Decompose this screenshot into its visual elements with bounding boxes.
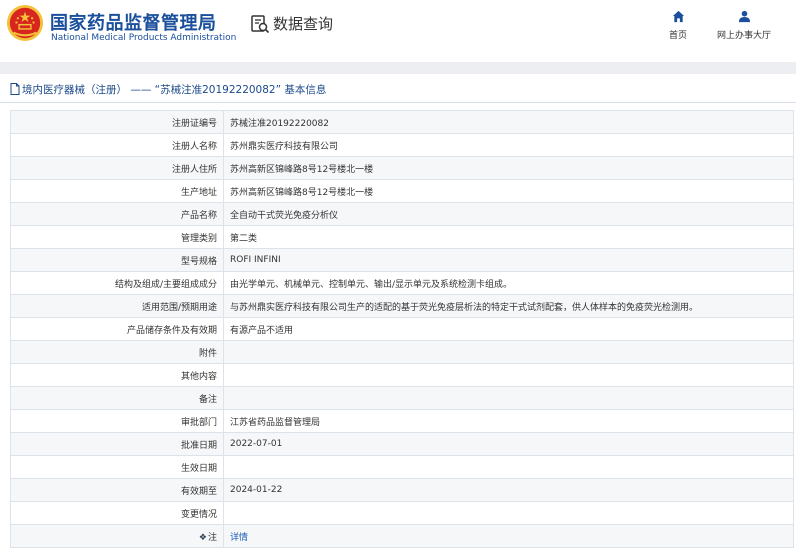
note-icon: ❖: [198, 532, 207, 543]
row-label: 结构及组成/主要组成成分: [10, 271, 224, 295]
detail-table: 注册证编号 苏械注准20192220082 注册人名称 苏州鼎实医疗科技有限公司 注…: [10, 110, 794, 548]
home-icon: [672, 10, 684, 23]
row-value: 苏州高新区锦峰路8号12号楼北一楼: [223, 179, 794, 203]
row-value: [223, 455, 794, 479]
user-icon: [738, 10, 750, 23]
table-row: 结构及组成/主要组成成分 由光学单元、机械单元、控制单元、输出/显示单元及系统检测…: [10, 271, 794, 295]
row-value: [223, 340, 794, 364]
row-label: 生产地址: [10, 179, 224, 203]
row-value: ROFI INFINI: [223, 248, 794, 272]
row-value: 有源产品不适用: [223, 317, 794, 341]
nav-home-label: 首页: [668, 31, 687, 41]
table-row: 管理类别 第二类: [10, 225, 794, 249]
search-document-icon: [251, 14, 270, 33]
row-label-note: ❖注: [10, 524, 224, 548]
row-value: 2022-07-01: [223, 432, 794, 456]
row-value: 详情: [223, 524, 794, 548]
breadcrumb-divider: [0, 102, 796, 103]
table-row: 型号规格 ROFI INFINI: [10, 248, 794, 272]
row-label: 审批部门: [10, 409, 224, 433]
document-icon: [10, 83, 20, 95]
data-query-title: 数据查询: [250, 13, 333, 34]
national-emblem-icon: [6, 4, 44, 42]
table-row: 备注: [10, 386, 794, 410]
row-value: 苏械注准20192220082: [223, 110, 794, 134]
table-row: 批准日期 2022-07-01: [10, 432, 794, 456]
row-label: 产品名称: [10, 202, 224, 226]
row-label: 产品储存条件及有效期: [10, 317, 224, 341]
row-value: 与苏州鼎实医疗科技有限公司生产的适配的基于荧光免疫层析法的特定干式试剂配套，供人…: [223, 294, 794, 318]
row-label: 附件: [10, 340, 224, 364]
row-value: [223, 386, 794, 410]
table-row: 产品储存条件及有效期 有源产品不适用: [10, 317, 794, 341]
brand-title: 国家药品监督管理局: [50, 13, 217, 34]
row-label: 注册人名称: [10, 133, 224, 157]
nav-online-hall[interactable]: 网上办事大厅: [712, 10, 776, 41]
row-label: 备注: [10, 386, 224, 410]
row-value: 全自动干式荧光免疫分析仪: [223, 202, 794, 226]
row-label: 其他内容: [10, 363, 224, 387]
row-label: 有效期至: [10, 478, 224, 502]
table-row: 注册人名称 苏州鼎实医疗科技有限公司: [10, 133, 794, 157]
row-value: 江苏省药品监督管理局: [223, 409, 794, 433]
details-link[interactable]: 详情: [230, 533, 248, 543]
header-band: [0, 62, 796, 74]
nav-online-hall-label: 网上办事大厅: [716, 31, 771, 41]
table-row: 注册证编号 苏械注准20192220082: [10, 110, 794, 134]
data-query-label: 数据查询: [273, 15, 334, 33]
row-value: 由光学单元、机械单元、控制单元、输出/显示单元及系统检测卡组成。: [223, 271, 794, 295]
row-label: 注册人住所: [10, 156, 224, 180]
table-row: 生效日期: [10, 455, 794, 479]
row-label: 变更情况: [10, 501, 224, 525]
row-label: 管理类别: [10, 225, 224, 249]
row-label: 注册证编号: [10, 110, 224, 134]
table-row: 注册人住所 苏州高新区锦峰路8号12号楼北一楼: [10, 156, 794, 180]
row-label: 批准日期: [10, 432, 224, 456]
breadcrumb-text: 境内医疗器械（注册） —— “苏械注准20192220082” 基本信息: [22, 83, 327, 96]
table-row: 附件: [10, 340, 794, 364]
brand-subtitle: National Medical Products Administration: [51, 33, 237, 43]
row-value: 苏州高新区锦峰路8号12号楼北一楼: [223, 156, 794, 180]
row-label: 生效日期: [10, 455, 224, 479]
nav-home[interactable]: 首页: [664, 10, 692, 41]
table-row: ❖注 详情: [10, 524, 794, 548]
row-value: 苏州鼎实医疗科技有限公司: [223, 133, 794, 157]
row-label: 适用范围/预期用途: [10, 294, 224, 318]
row-value: [223, 501, 794, 525]
table-row: 变更情况: [10, 501, 794, 525]
row-value: 2024-01-22: [223, 478, 794, 502]
table-row: 生产地址 苏州高新区锦峰路8号12号楼北一楼: [10, 179, 794, 203]
site-header: 国家药品监督管理局 National Medical Products Admi…: [0, 0, 796, 62]
table-row: 其他内容: [10, 363, 794, 387]
row-label: 型号规格: [10, 248, 224, 272]
table-row: 审批部门 江苏省药品监督管理局: [10, 409, 794, 433]
table-row: 适用范围/预期用途 与苏州鼎实医疗科技有限公司生产的适配的基于荧光免疫层析法的特定…: [10, 294, 794, 318]
table-row: 有效期至 2024-01-22: [10, 478, 794, 502]
breadcrumb: 境内医疗器械（注册） —— “苏械注准20192220082” 基本信息: [10, 81, 326, 97]
row-value: 第二类: [223, 225, 794, 249]
table-row: 产品名称 全自动干式荧光免疫分析仪: [10, 202, 794, 226]
row-label: 注: [207, 532, 217, 543]
row-value: [223, 363, 794, 387]
